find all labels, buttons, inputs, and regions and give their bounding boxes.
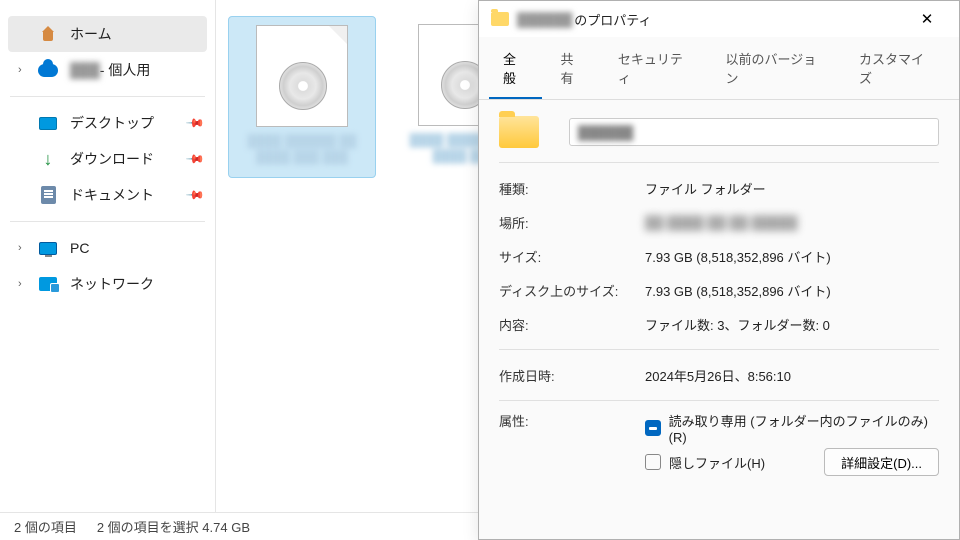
value-contents: ファイル数: 3、フォルダー数: 0 (645, 315, 939, 334)
status-selection: 2 個の項目を選択 4.74 GB (97, 517, 250, 536)
document-icon (38, 185, 58, 205)
dialog-titlebar[interactable]: ██████ のプロパティ ✕ (479, 1, 959, 37)
label-location: 場所: (499, 213, 645, 232)
nav-label: ドキュメント (70, 185, 154, 205)
pin-icon: 📌 (185, 113, 205, 133)
disc-file-icon (256, 25, 348, 127)
nav-network[interactable]: › ネットワーク (0, 266, 215, 302)
chevron-right-icon: › (18, 242, 28, 254)
close-button[interactable]: ✕ (907, 10, 947, 28)
dialog-title-name: ██████ (517, 12, 572, 27)
status-count: 2 個の項目 (14, 517, 77, 536)
nav-label: - 個人用 (100, 60, 151, 80)
separator (499, 349, 939, 350)
home-icon (38, 24, 58, 44)
value-type: ファイル フォルダー (645, 179, 939, 198)
value-location: ██ ████ ██ ██ █████ (645, 215, 939, 230)
nav-label: ホーム (70, 24, 112, 44)
separator (499, 400, 939, 401)
value-size-on-disk: 7.93 GB (8,518,352,896 バイト) (645, 281, 939, 300)
dialog-title-suffix: のプロパティ (574, 10, 651, 29)
dialog-body: ██████ 種類:ファイル フォルダー 場所:██ ████ ██ ██ ██… (479, 100, 959, 491)
nav-sidebar: ホーム › ███ - 個人用 デスクトップ 📌 ↓ ダウンロード 📌 (0, 0, 216, 512)
separator (10, 96, 205, 97)
label-type: 種類: (499, 179, 645, 198)
folder-big-icon (499, 116, 539, 148)
nav-onedrive-name: ███ (70, 62, 100, 78)
dialog-tabs: 全般 共有 セキュリティ 以前のバージョン カスタマイズ (479, 37, 959, 100)
pc-icon (38, 238, 58, 258)
nav-documents[interactable]: ドキュメント 📌 (0, 177, 215, 213)
tab-customize[interactable]: カスタマイズ (845, 41, 949, 99)
folder-name-input[interactable]: ██████ (569, 118, 939, 146)
properties-dialog: ██████ のプロパティ ✕ 全般 共有 セキュリティ 以前のバージョン カス… (478, 0, 960, 540)
attr-readonly-label: 読み取り専用 (フォルダー内のファイルのみ)(R) (669, 411, 939, 445)
chevron-right-icon: › (18, 278, 28, 290)
tab-general[interactable]: 全般 (489, 41, 542, 99)
nav-label: デスクトップ (70, 113, 154, 133)
label-size: サイズ: (499, 247, 645, 266)
nav-desktop[interactable]: デスクトップ 📌 (0, 105, 215, 141)
nav-pc[interactable]: › PC (0, 230, 215, 266)
chevron-right-icon: › (18, 64, 28, 76)
separator (10, 221, 205, 222)
nav-downloads[interactable]: ↓ ダウンロード 📌 (0, 141, 215, 177)
label-size-on-disk: ディスク上のサイズ: (499, 281, 645, 300)
file-name: ████ ██████ ██ ████ ███ ███ (233, 133, 371, 165)
folder-icon (491, 12, 509, 26)
label-attributes: 属性: (499, 411, 645, 430)
network-icon (38, 274, 58, 294)
desktop-icon (38, 113, 58, 133)
pin-icon: 📌 (185, 185, 205, 205)
tab-versions[interactable]: 以前のバージョン (711, 41, 841, 99)
value-size: 7.93 GB (8,518,352,896 バイト) (645, 247, 939, 266)
tab-security[interactable]: セキュリティ (604, 41, 708, 99)
checkbox-readonly[interactable] (645, 420, 661, 436)
tab-share[interactable]: 共有 (546, 41, 599, 99)
pin-icon: 📌 (185, 149, 205, 169)
checkbox-hidden[interactable] (645, 454, 661, 470)
file-item[interactable]: ████ ██████ ██ ████ ███ ███ (228, 16, 376, 178)
nav-label: ネットワーク (70, 274, 154, 294)
separator (499, 162, 939, 163)
label-created: 作成日時: (499, 366, 645, 385)
nav-label: PC (70, 240, 89, 256)
nav-home[interactable]: ホーム (8, 16, 207, 52)
download-icon: ↓ (38, 149, 58, 169)
label-contents: 内容: (499, 315, 645, 334)
nav-onedrive[interactable]: › ███ - 個人用 (0, 52, 215, 88)
value-created: 2024年5月26日、8:56:10 (645, 366, 939, 385)
cloud-icon (38, 60, 58, 80)
advanced-button[interactable]: 詳細設定(D)... (824, 448, 939, 476)
attr-hidden-label: 隠しファイル(H) (669, 453, 765, 472)
nav-label: ダウンロード (70, 149, 154, 169)
